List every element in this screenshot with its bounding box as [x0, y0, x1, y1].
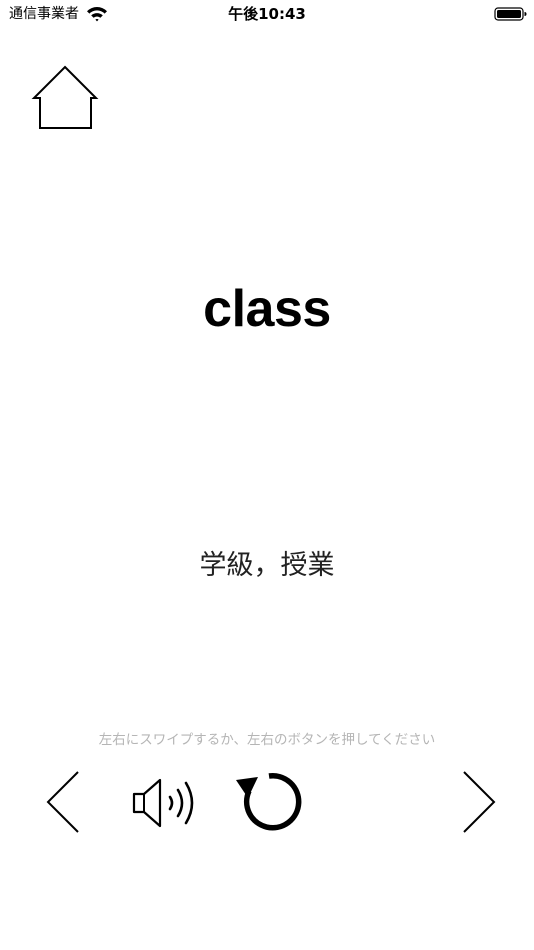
status-bar: 通信事業者 午後10:43 [0, 0, 534, 28]
vocab-word: class [203, 280, 331, 338]
house-icon [31, 65, 99, 129]
replay-button[interactable] [232, 767, 306, 837]
next-button[interactable] [458, 768, 500, 838]
chevron-right-icon [463, 771, 496, 833]
previous-button[interactable] [42, 768, 84, 838]
battery-full-icon [494, 6, 528, 22]
home-button[interactable] [30, 64, 100, 132]
speaker-wave-icon [132, 778, 194, 828]
status-time: 午後10:43 [228, 5, 306, 23]
vocab-meaning: 学級，授業 [199, 550, 335, 581]
speak-button[interactable] [128, 774, 200, 832]
swipe-hint: 左右にスワイプするか、左右のボタンを押してください [98, 732, 436, 748]
chevron-left-icon [46, 771, 79, 833]
rotate-icon [236, 772, 302, 831]
